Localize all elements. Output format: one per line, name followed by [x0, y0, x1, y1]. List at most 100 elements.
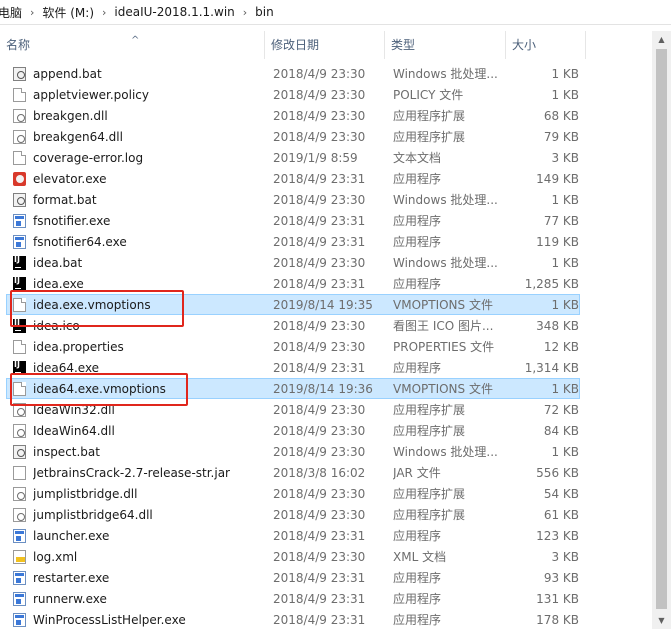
- file-size: 348 KB: [536, 319, 579, 333]
- file-row[interactable]: jumplistbridge64.dll 2018/4/9 23:30 应用程序扩展…: [6, 504, 580, 525]
- file-name: IdeaWin64.dll: [33, 424, 115, 438]
- file-size: 3 KB: [551, 550, 579, 564]
- file-modified-date: 2018/4/9 23:31: [273, 235, 366, 249]
- file-modified-date: 2018/4/9 23:30: [273, 67, 366, 81]
- file-type: Windows 批处理...: [393, 445, 498, 459]
- file-size: 77 KB: [543, 214, 579, 228]
- chevron-right-icon[interactable]: ›: [241, 6, 249, 19]
- file-row[interactable]: inspect.bat 2018/4/9 23:30 Windows 批处理... 1…: [6, 441, 580, 462]
- column-type[interactable]: 类型: [385, 31, 506, 59]
- breadcrumb-item[interactable]: ideaIU-2018.1.1.win: [108, 5, 240, 19]
- column-name[interactable]: ^ 名称: [0, 31, 265, 59]
- file-row[interactable]: fsnotifier64.exe 2018/4/9 23:31 应用程序 119 KB: [6, 231, 580, 252]
- file-name: idea.bat: [33, 256, 83, 270]
- file-type: VMOPTIONS 文件: [393, 298, 493, 312]
- file-modified-date: 2018/4/9 23:31: [273, 613, 366, 627]
- column-header: ^ 名称 修改日期 类型 大小: [0, 31, 652, 59]
- file-row[interactable]: append.bat 2018/4/9 23:30 Windows 批处理... 1 …: [6, 63, 580, 84]
- xml-icon: [13, 550, 27, 564]
- file-row[interactable]: elevator.exe 2018/4/9 23:31 应用程序 149 KB: [6, 168, 580, 189]
- file-row[interactable]: idea.properties 2018/4/9 23:30 PROPERTIES …: [6, 336, 580, 357]
- file-row[interactable]: breakgen64.dll 2018/4/9 23:30 应用程序扩展 79 KB: [6, 126, 580, 147]
- file-size: 1 KB: [551, 445, 579, 459]
- file-row[interactable]: format.bat 2018/4/9 23:30 Windows 批处理... 1 …: [6, 189, 580, 210]
- file-modified-date: 2018/4/9 23:30: [273, 508, 366, 522]
- file-row[interactable]: WinProcessListHelper.exe 2018/4/9 23:31 应用…: [6, 609, 580, 630]
- exe-icon: [13, 571, 27, 585]
- file-modified-date: 2018/3/8 16:02: [273, 466, 366, 480]
- column-size-label: 大小: [512, 38, 537, 52]
- column-size[interactable]: 大小: [506, 31, 586, 59]
- column-date[interactable]: 修改日期: [265, 31, 385, 59]
- file-modified-date: 2018/4/9 23:30: [273, 487, 366, 501]
- file-modified-date: 2018/4/9 23:30: [273, 88, 366, 102]
- chevron-right-icon[interactable]: ›: [100, 6, 108, 19]
- file-name: fsnotifier64.exe: [33, 235, 127, 249]
- file-type: PROPERTIES 文件: [393, 340, 495, 354]
- file-modified-date: 2018/4/9 23:31: [273, 592, 366, 606]
- file-name: append.bat: [33, 67, 102, 81]
- file-size: 93 KB: [543, 571, 579, 585]
- file-row[interactable]: IdeaWin64.dll 2018/4/9 23:30 应用程序扩展 84 KB: [6, 420, 580, 441]
- file-modified-date: 2018/4/9 23:31: [273, 214, 366, 228]
- file-type: XML 文档: [393, 550, 447, 564]
- file-modified-date: 2018/4/9 23:30: [273, 130, 366, 144]
- batch-icon: [13, 445, 27, 459]
- file-row[interactable]: launcher.exe 2018/4/9 23:31 应用程序 123 KB: [6, 525, 580, 546]
- file-row[interactable]: appletviewer.policy 2018/4/9 23:30 POLICY …: [6, 84, 580, 105]
- file-modified-date: 2018/4/9 23:30: [273, 256, 366, 270]
- breadcrumb-item[interactable]: 电脑: [0, 4, 28, 21]
- file-size: 1 KB: [551, 256, 579, 270]
- file-type: 应用程序扩展: [393, 130, 466, 144]
- annotation-highlight-box: [10, 290, 184, 327]
- file-name: jumplistbridge64.dll: [33, 508, 153, 522]
- scroll-down-icon[interactable]: ▼: [652, 612, 671, 629]
- intellij-icon: [13, 256, 27, 270]
- exe-icon: [13, 592, 27, 606]
- file-type: 应用程序: [393, 361, 442, 375]
- file-icon: [13, 340, 27, 354]
- scrollbar-thumb[interactable]: [656, 49, 667, 609]
- file-row[interactable]: breakgen.dll 2018/4/9 23:30 应用程序扩展 68 KB: [6, 105, 580, 126]
- address-bar[interactable]: 电脑 › 软件 (M:) › ideaIU-2018.1.1.win › bin: [0, 0, 671, 25]
- chevron-right-icon[interactable]: ›: [28, 6, 36, 19]
- file-row[interactable]: JetbrainsCrack-2.7-release-str.jar 2018/3…: [6, 462, 580, 483]
- dll-icon: [13, 487, 27, 501]
- file-modified-date: 2018/4/9 23:30: [273, 403, 366, 417]
- annotation-highlight-box: [10, 373, 188, 406]
- file-type: VMOPTIONS 文件: [393, 382, 493, 396]
- file-size: 54 KB: [543, 487, 579, 501]
- file-name: elevator.exe: [33, 172, 107, 186]
- file-type: 应用程序: [393, 277, 442, 291]
- file-type: Windows 批处理...: [393, 67, 498, 81]
- file-modified-date: 2018/4/9 23:31: [273, 172, 366, 186]
- scroll-up-icon[interactable]: ▲: [652, 31, 671, 48]
- file-modified-date: 2018/4/9 23:30: [273, 319, 366, 333]
- file-type: Windows 批处理...: [393, 256, 498, 270]
- file-name: inspect.bat: [33, 445, 100, 459]
- file-name: breakgen64.dll: [33, 130, 123, 144]
- vertical-scrollbar[interactable]: ▲ ▼: [652, 31, 671, 629]
- file-size: 149 KB: [536, 172, 579, 186]
- breadcrumb-item[interactable]: 软件 (M:): [36, 4, 100, 21]
- file-row[interactable]: log.xml 2018/4/9 23:30 XML 文档 3 KB: [6, 546, 580, 567]
- file-size: 12 KB: [543, 340, 579, 354]
- file-row[interactable]: idea.bat 2018/4/9 23:30 Windows 批处理... 1 KB: [6, 252, 580, 273]
- dll-icon: [13, 424, 27, 438]
- breadcrumb-item[interactable]: bin: [249, 5, 280, 19]
- file-row[interactable]: coverage-error.log 2019/1/9 8:59 文本文档 3 KB: [6, 147, 580, 168]
- file-size: 84 KB: [543, 424, 579, 438]
- column-name-label: 名称: [6, 38, 31, 52]
- file-icon: [13, 88, 27, 102]
- file-row[interactable]: fsnotifier.exe 2018/4/9 23:31 应用程序 77 KB: [6, 210, 580, 231]
- elevator-icon: [13, 172, 27, 186]
- file-type: 应用程序: [393, 613, 442, 627]
- file-row[interactable]: jumplistbridge.dll 2018/4/9 23:30 应用程序扩展 54…: [6, 483, 580, 504]
- file-row[interactable]: restarter.exe 2018/4/9 23:31 应用程序 93 KB: [6, 567, 580, 588]
- file-type: 应用程序: [393, 571, 442, 585]
- file-row[interactable]: runnerw.exe 2018/4/9 23:31 应用程序 131 KB: [6, 588, 580, 609]
- file-size: 1,314 KB: [524, 361, 579, 375]
- file-size: 1 KB: [551, 67, 579, 81]
- exe-icon: [13, 214, 27, 228]
- file-type: 文本文档: [393, 151, 442, 165]
